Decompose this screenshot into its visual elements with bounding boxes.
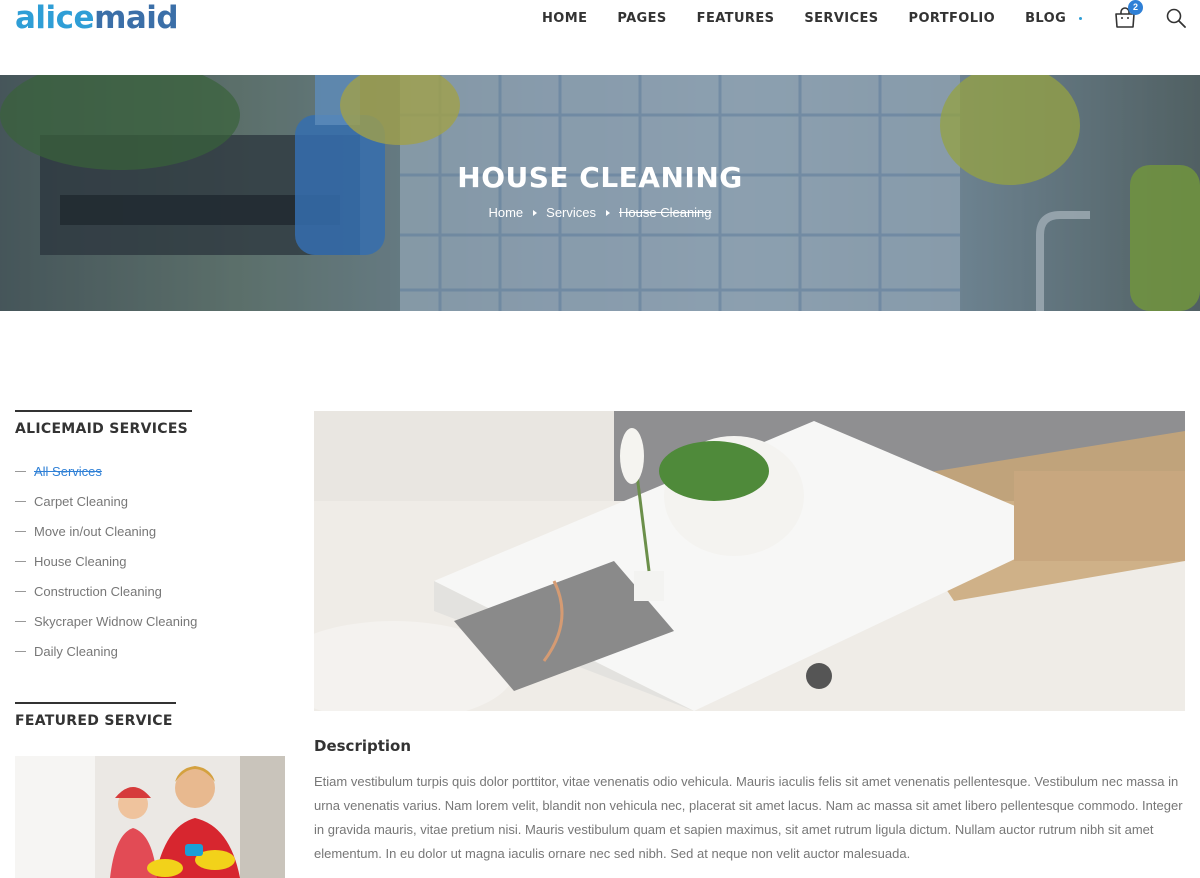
service-link-house[interactable]: House Cleaning bbox=[15, 546, 197, 576]
dash-icon bbox=[15, 560, 26, 562]
service-label: Move in/out Cleaning bbox=[34, 523, 157, 539]
page-title: HOUSE CLEANING bbox=[457, 161, 743, 194]
service-label: Skycraper Widnow Cleaning bbox=[34, 613, 198, 629]
service-label: Carpet Cleaning bbox=[34, 493, 128, 509]
nav-home[interactable]: HOME bbox=[527, 10, 602, 28]
breadcrumb: Home Services House Cleaning bbox=[0, 204, 1200, 220]
main-nav: HOME PAGES FEATURES SERVICES PORTFOLIO B… bbox=[527, 10, 1081, 28]
nav-features[interactable]: FEATURES bbox=[682, 10, 790, 28]
dash-icon bbox=[15, 650, 26, 652]
breadcrumb-services[interactable]: Services bbox=[546, 205, 596, 220]
cart-count-badge: 2 bbox=[1128, 0, 1143, 15]
services-widget-title: ALICEMAID SERVICES bbox=[15, 421, 189, 437]
featured-title-rule bbox=[15, 702, 176, 704]
featured-widget-title: FEATURED SERVICE bbox=[15, 713, 173, 729]
services-title-rule bbox=[15, 410, 192, 412]
service-label: Daily Cleaning bbox=[34, 643, 118, 659]
service-photo bbox=[314, 411, 1185, 711]
service-label: House Cleaning bbox=[34, 553, 127, 569]
service-link-all[interactable]: All Services bbox=[15, 456, 197, 486]
search-icon[interactable] bbox=[1166, 8, 1186, 28]
service-label: Construction Cleaning bbox=[34, 583, 162, 599]
service-link-move[interactable]: Move in/out Cleaning bbox=[15, 516, 197, 546]
description-text: Etiam vestibulum turpis quis dolor portt… bbox=[314, 774, 1183, 861]
dash-icon bbox=[15, 590, 26, 592]
breadcrumb-home[interactable]: Home bbox=[488, 205, 523, 220]
logo-text-maid: maid bbox=[94, 0, 179, 36]
service-link-window[interactable]: Skycraper Widnow Cleaning bbox=[15, 606, 197, 636]
nav-blog[interactable]: BLOG bbox=[1010, 10, 1081, 28]
description-title: Description bbox=[314, 737, 412, 755]
featured-photo bbox=[15, 756, 285, 878]
featured-service-image[interactable] bbox=[15, 756, 285, 878]
nav-services[interactable]: SERVICES bbox=[789, 10, 893, 28]
nav-pages[interactable]: PAGES bbox=[602, 10, 681, 28]
dash-icon bbox=[15, 620, 26, 622]
breadcrumb-arrow-icon bbox=[533, 209, 538, 216]
site-logo[interactable]: alicemaid bbox=[15, 0, 179, 36]
service-main-image bbox=[314, 411, 1185, 711]
dash-icon bbox=[15, 530, 26, 532]
dash-icon bbox=[15, 470, 26, 472]
service-link-daily[interactable]: Daily Cleaning bbox=[15, 636, 197, 666]
dash-icon bbox=[15, 500, 26, 502]
site-header: alicemaid HOME PAGES FEATURES SERVICES P… bbox=[0, 0, 1200, 75]
nav-dot-icon bbox=[1079, 17, 1082, 20]
service-link-construction[interactable]: Construction Cleaning bbox=[15, 576, 197, 606]
page-hero-banner: HOUSE CLEANING Home Services House Cleanin… bbox=[0, 75, 1200, 311]
breadcrumb-arrow-icon bbox=[606, 209, 611, 216]
breadcrumb-current: House Cleaning bbox=[619, 205, 712, 221]
nav-portfolio[interactable]: PORTFOLIO bbox=[894, 10, 1011, 28]
service-link-carpet[interactable]: Carpet Cleaning bbox=[15, 486, 197, 516]
service-label: All Services bbox=[34, 463, 102, 479]
services-list: All Services Carpet Cleaning Move in/out… bbox=[15, 456, 197, 666]
logo-text-alice: alice bbox=[15, 0, 95, 36]
